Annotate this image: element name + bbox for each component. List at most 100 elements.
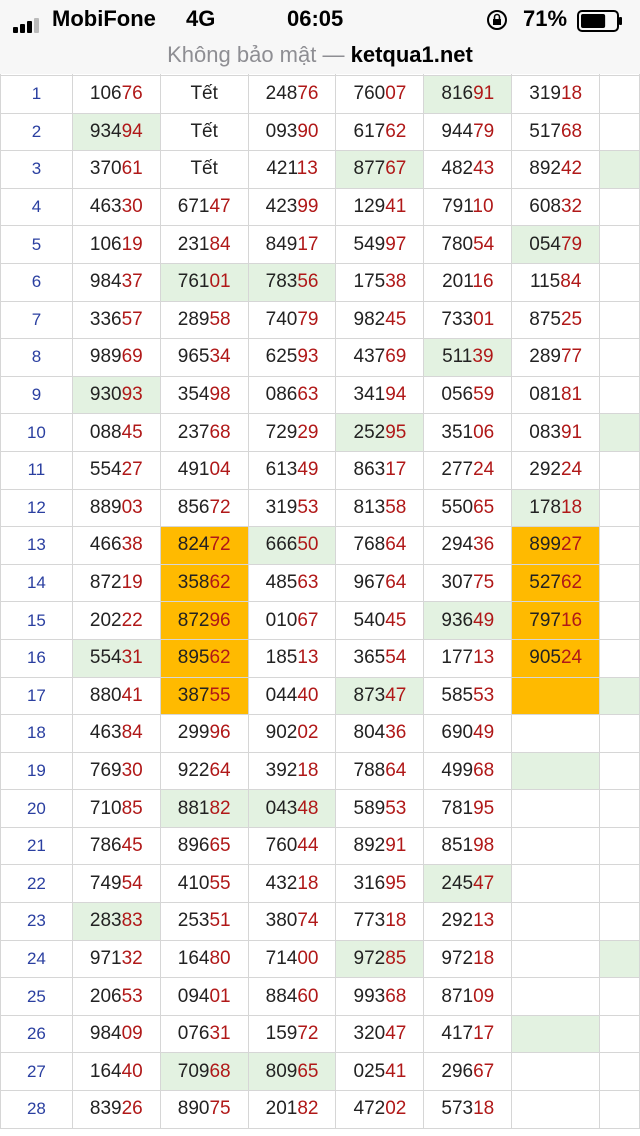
result-cell: 76007 <box>335 75 425 114</box>
table-row: 26 98409 07631 15972 32047 41717 <box>0 1014 640 1054</box>
result-tail: 55 <box>209 872 231 894</box>
result-tail: 01 <box>473 308 495 330</box>
result-head: 511 <box>442 346 473 368</box>
result-head: 466 <box>89 534 122 556</box>
result-tail: 17 <box>385 459 407 481</box>
address-bar[interactable]: Không bảo mật — ketqua1.net <box>0 38 640 74</box>
result-cell: 98245 <box>335 300 425 340</box>
result-cell: 18513 <box>247 638 337 678</box>
day-cell: 12 <box>0 488 73 528</box>
result-cell: 48243 <box>423 150 513 189</box>
result-cell: 85198 <box>423 826 513 866</box>
result-tail: 41 <box>385 196 407 218</box>
result-head: 781 <box>441 797 474 819</box>
result-tail: 79 <box>560 233 583 255</box>
result-head: 585 <box>441 684 474 706</box>
result-cell: 97285 <box>335 939 425 979</box>
result-cell: 20116 <box>423 262 513 302</box>
result-cell: 55427 <box>71 450 161 490</box>
results-table: Ngày 110676Tết24876760078169131918293494… <box>0 74 640 1129</box>
result-head: 056 <box>441 384 474 406</box>
result-cell: 97132 <box>71 939 161 979</box>
result-tail: 41 <box>121 684 143 706</box>
result-head: 922 <box>177 759 210 781</box>
day-cell: 9 <box>0 375 73 415</box>
result-head: 472 <box>353 1098 386 1120</box>
result-tail: 54 <box>385 647 407 669</box>
day-cell: 28 <box>0 1090 73 1129</box>
result-head: 540 <box>353 609 386 631</box>
result-cell <box>599 75 640 114</box>
result-cell: 31953 <box>247 488 337 528</box>
result-tail: 47 <box>385 1023 407 1045</box>
result-cell: 31918 <box>511 75 601 114</box>
result-tail: 68 <box>209 1060 231 1082</box>
result-cell: 96764 <box>335 563 425 603</box>
result-tail: 16 <box>560 609 583 631</box>
result-cell <box>599 450 640 490</box>
result-tail: 19 <box>121 572 143 594</box>
result-cell: 87109 <box>423 977 513 1016</box>
result-tail: 16 <box>472 271 494 293</box>
result-head: 589 <box>353 797 386 819</box>
result-head: 905 <box>529 647 561 669</box>
result-tail: 53 <box>385 797 407 819</box>
result-cell: 57318 <box>423 1090 513 1129</box>
result-cell: 78645 <box>71 826 161 866</box>
result-cell: 83926 <box>71 1090 161 1129</box>
result-tail: 85 <box>385 947 407 969</box>
result-cell: 58953 <box>335 789 425 828</box>
result-cell: 29436 <box>423 526 513 565</box>
result-head: 863 <box>353 459 386 481</box>
day-cell: 15 <box>0 601 73 640</box>
result-head: 093 <box>265 120 298 142</box>
result-head: 081 <box>529 384 561 406</box>
result-cell: 87525 <box>511 300 601 340</box>
result-head: 296 <box>441 1060 474 1082</box>
result-head: 341 <box>353 384 386 406</box>
result-tail: 37 <box>121 271 143 293</box>
result-cell: 38755 <box>159 676 249 716</box>
result-head: 549 <box>353 233 386 255</box>
result-head: 760 <box>265 835 298 857</box>
day-cell: 21 <box>0 826 73 866</box>
result-head: 880 <box>89 684 122 706</box>
table-row: 20 71085 88182 04348 58953 78195 <box>0 789 640 828</box>
result-head: 392 <box>265 759 298 781</box>
result-tail: 60 <box>297 985 319 1007</box>
table-row: 9 93093 35498 08663 34194 05659 08181 <box>0 375 640 415</box>
result-head: 289 <box>529 346 561 368</box>
table-row: 14 87219 35862 48563 96764 30775 52762 <box>0 563 640 603</box>
result-head: Tết <box>190 120 218 142</box>
result-tail: 06 <box>473 421 495 443</box>
result-head: 881 <box>177 797 210 819</box>
result-cell: 32047 <box>335 1014 425 1054</box>
result-cell <box>511 1090 601 1129</box>
result-cell <box>599 714 640 753</box>
result-cell: 79110 <box>423 187 513 227</box>
result-cell: 28977 <box>511 338 601 377</box>
result-cell: 89665 <box>159 826 249 866</box>
result-cell <box>599 939 640 979</box>
result-head: 370 <box>89 158 122 180</box>
day-cell: 18 <box>0 714 73 753</box>
result-tail: 64 <box>385 534 407 556</box>
result-cell: 89927 <box>511 526 601 565</box>
result-cell: 23768 <box>159 413 249 452</box>
result-tail: 62 <box>209 647 231 669</box>
result-cell: 33657 <box>71 300 161 340</box>
result-head: 944 <box>441 120 474 142</box>
result-head: 780 <box>441 233 474 255</box>
result-head: 320 <box>353 1023 386 1045</box>
results-table-container[interactable]: Ngày 110676Tết24876760078169131918293494… <box>0 74 640 1136</box>
result-tail: 38 <box>121 534 143 556</box>
result-cell: 49968 <box>423 751 513 791</box>
result-cell: 31695 <box>335 864 425 904</box>
domain-label: ketqua1.net <box>350 42 473 67</box>
result-head: 527 <box>529 572 561 594</box>
result-tail: 38 <box>385 271 407 293</box>
result-tail: 13 <box>297 647 319 669</box>
result-tail: 93 <box>297 346 319 368</box>
result-cell: 51139 <box>423 338 513 377</box>
result-cell <box>511 1052 601 1092</box>
